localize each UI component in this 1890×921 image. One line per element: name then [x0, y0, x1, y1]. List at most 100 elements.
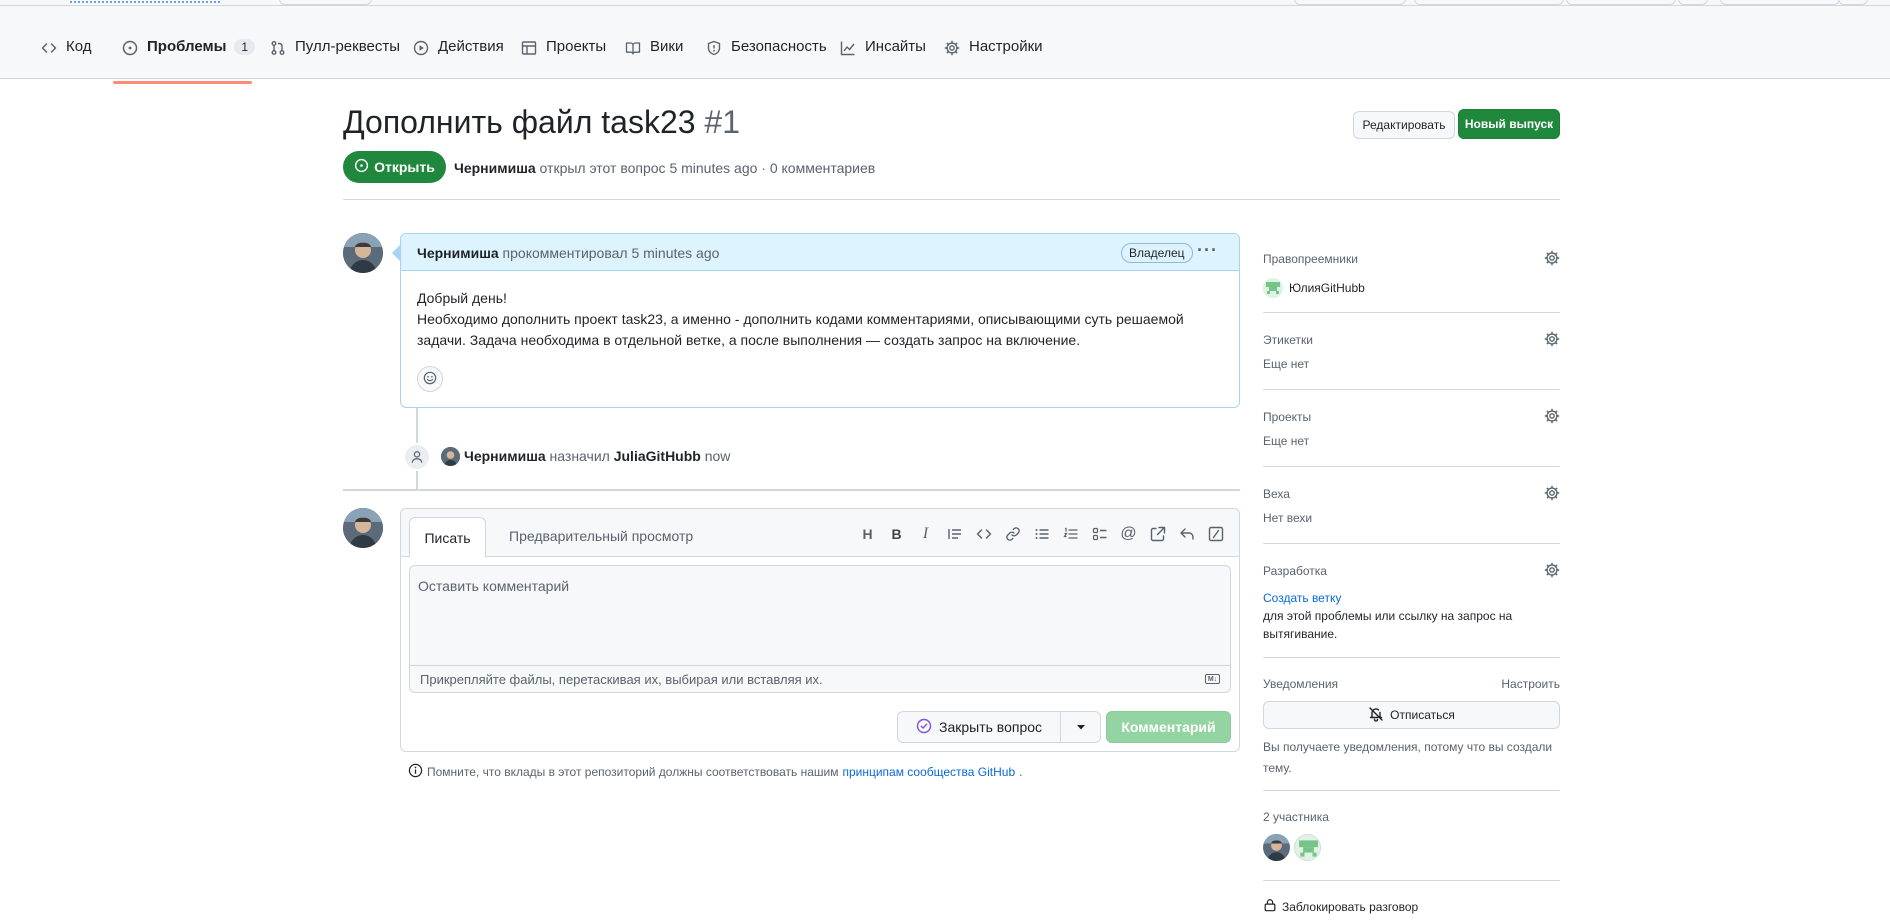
- markdown-icon[interactable]: M↓: [1205, 674, 1220, 684]
- bold-icon[interactable]: B: [882, 522, 911, 546]
- tab-issues[interactable]: Проблемы 1: [121, 38, 256, 86]
- code-icon: [40, 39, 58, 57]
- tab-insights[interactable]: Инсайты: [839, 38, 926, 86]
- sidebar-divider: [1263, 790, 1560, 791]
- editor-header: Писать Предварительный просмотр H B I @: [401, 509, 1239, 558]
- avatar: [1263, 278, 1283, 298]
- customize-notifications-link[interactable]: Настроить: [1501, 677, 1560, 691]
- tab-pull-requests[interactable]: Пулл-реквесты: [269, 38, 400, 86]
- community-guidelines-link[interactable]: принципам сообщества GitHub: [842, 765, 1015, 779]
- comment-arrow: [392, 245, 400, 261]
- tab-wiki[interactable]: Вики: [624, 38, 683, 86]
- event-time[interactable]: now: [705, 448, 731, 464]
- heading-icon[interactable]: H: [853, 522, 882, 546]
- kebab-menu-icon[interactable]: ···: [1197, 240, 1218, 261]
- avatar[interactable]: [343, 233, 383, 273]
- header-button-fragment[interactable]: [1294, 0, 1406, 5]
- close-issue-dropdown[interactable]: [1060, 711, 1101, 743]
- attach-files-bar[interactable]: Прикрепляйте файлы, перетаскивая их, выб…: [409, 665, 1231, 693]
- sidebar-divider: [1263, 543, 1560, 544]
- sidebar-divider: [1263, 389, 1560, 390]
- avatar[interactable]: [1263, 834, 1290, 861]
- comment-action[interactable]: прокомментировал 5 minutes ago: [503, 245, 720, 261]
- code-icon[interactable]: [969, 522, 998, 546]
- tab-projects[interactable]: Проекты: [520, 38, 606, 86]
- avatar[interactable]: [1294, 834, 1321, 861]
- sidebar-milestone: Веха Нет вехи: [1263, 485, 1560, 525]
- labels-value: Еще нет: [1263, 357, 1310, 371]
- sidebar-assignees: Правопреемники ЮлияGitHubb: [1263, 250, 1560, 298]
- comment-author-link[interactable]: Чернимиша: [417, 245, 499, 261]
- event-target-link[interactable]: JuliaGitHubb: [614, 448, 701, 464]
- tab-label: Настройки: [969, 38, 1043, 55]
- slash-icon[interactable]: [1201, 522, 1230, 546]
- assignees-title: Правопреемники: [1263, 252, 1358, 266]
- event-actor-link[interactable]: Чернимиша: [464, 448, 546, 464]
- comment-textarea[interactable]: Оставить комментарий: [409, 565, 1231, 665]
- header-button-fragment[interactable]: [1566, 0, 1676, 5]
- sidebar-development: Разработка Создать ветку для этой пробле…: [1263, 562, 1560, 643]
- gear-icon[interactable]: [1544, 250, 1560, 266]
- header-button-fragment[interactable]: [1414, 0, 1564, 5]
- unsubscribe-label: Отписаться: [1390, 708, 1455, 722]
- tab-label: Код: [66, 38, 92, 55]
- tab-preview[interactable]: Предварительный просмотр: [509, 528, 693, 544]
- repo-breadcrumb-fragment[interactable]: [70, 0, 220, 3]
- add-reaction-button[interactable]: [417, 366, 443, 392]
- close-issue-button[interactable]: Закрыть вопрос: [897, 711, 1061, 743]
- header-button-fragment[interactable]: [1720, 0, 1840, 5]
- tasklist-icon[interactable]: [1085, 522, 1114, 546]
- header-button-fragment[interactable]: [1838, 0, 1868, 5]
- ordered-list-icon[interactable]: [1056, 522, 1085, 546]
- git-pull-request-icon: [269, 39, 287, 57]
- issue-title-text: Дополнить файл task23: [343, 104, 696, 140]
- sidebar-participants: 2 участника: [1263, 810, 1560, 861]
- sidebar-divider: [1263, 880, 1560, 881]
- gear-icon[interactable]: [1544, 331, 1560, 347]
- header-button-fragment[interactable]: [279, 0, 372, 5]
- tab-label: Вики: [650, 38, 684, 55]
- lock-conversation-link[interactable]: Заблокировать разговор: [1263, 898, 1418, 915]
- edit-button[interactable]: Редактировать: [1353, 111, 1455, 139]
- projects-value: Еще нет: [1263, 434, 1310, 448]
- tab-settings[interactable]: Настройки: [943, 38, 1043, 86]
- tab-code[interactable]: Код: [40, 38, 92, 86]
- unordered-list-icon[interactable]: [1027, 522, 1056, 546]
- sidebar-labels: Этикетки Еще нет: [1263, 331, 1560, 371]
- issue-state-badge: Открыть: [343, 151, 446, 183]
- sidebar-projects: Проекты Еще нет: [1263, 408, 1560, 448]
- issue-title: Дополнить файл task23 #1: [343, 104, 740, 141]
- gear-icon[interactable]: [1544, 485, 1560, 501]
- assign-event: Чернимиша назначил JuliaGitHubb now: [464, 448, 730, 464]
- link-icon[interactable]: [998, 522, 1027, 546]
- comment-button[interactable]: Комментарий: [1106, 711, 1231, 743]
- issue-author-link[interactable]: Чернимиша: [454, 160, 536, 176]
- tab-label: Проекты: [546, 38, 607, 55]
- mention-icon[interactable]: @: [1114, 522, 1143, 546]
- issue-closed-icon: [916, 718, 932, 737]
- new-issue-button[interactable]: Новый выпуск: [1458, 109, 1560, 139]
- tab-actions[interactable]: Действия: [412, 38, 504, 86]
- cross-reference-icon[interactable]: [1143, 522, 1172, 546]
- issue-comment: Чернимиша прокомментировал 5 minutes ago…: [400, 233, 1240, 408]
- markdown-toolbar: H B I @: [853, 522, 1230, 546]
- avatar[interactable]: [343, 508, 383, 548]
- table-icon: [520, 39, 538, 57]
- italic-icon[interactable]: I: [911, 522, 940, 546]
- assignee-entry[interactable]: ЮлияGitHubb: [1263, 278, 1560, 298]
- unsubscribe-button[interactable]: Отписаться: [1263, 701, 1560, 729]
- create-branch-link[interactable]: Создать ветку: [1263, 589, 1523, 607]
- avatar[interactable]: [441, 447, 460, 466]
- tab-write[interactable]: Писать: [409, 517, 486, 558]
- gear-icon[interactable]: [1544, 408, 1560, 424]
- projects-title: Проекты: [1263, 410, 1312, 424]
- header-button-fragment[interactable]: [1678, 0, 1708, 5]
- smiley-icon: [423, 371, 437, 388]
- gear-icon[interactable]: [1544, 562, 1560, 578]
- quote-icon[interactable]: [940, 522, 969, 546]
- reminder-end: .: [1019, 765, 1023, 779]
- triangle-down-icon: [1076, 719, 1086, 735]
- reply-icon[interactable]: [1172, 522, 1201, 546]
- tab-security[interactable]: Безопасность: [705, 38, 827, 86]
- sidebar-notifications: Уведомления Настроить: [1263, 677, 1560, 691]
